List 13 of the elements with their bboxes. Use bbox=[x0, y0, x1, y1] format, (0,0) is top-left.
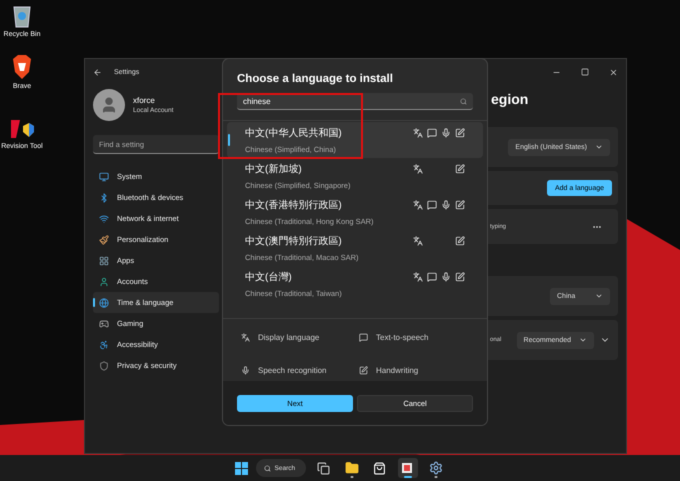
page-title: egion bbox=[491, 91, 530, 107]
legend-label: Handwriting bbox=[376, 366, 418, 375]
legend-label: Display language bbox=[258, 333, 320, 342]
dialog-title: Choose a language to install bbox=[236, 72, 394, 87]
legend-label: Text-to-speech bbox=[376, 333, 428, 342]
search-field[interactable]: chinese bbox=[237, 93, 473, 110]
legend-label: Speech recognition bbox=[258, 366, 326, 375]
native-name: 中文(中华人民共和国) bbox=[245, 126, 343, 140]
native-name: 中文(澳門特別行政區) bbox=[245, 234, 343, 248]
native-name: 中文(香港特別行政區) bbox=[245, 198, 343, 212]
native-name: 中文(台灣) bbox=[245, 270, 293, 284]
user-name: xforce bbox=[133, 96, 156, 105]
native-name: 中文(新加坡) bbox=[245, 162, 303, 176]
